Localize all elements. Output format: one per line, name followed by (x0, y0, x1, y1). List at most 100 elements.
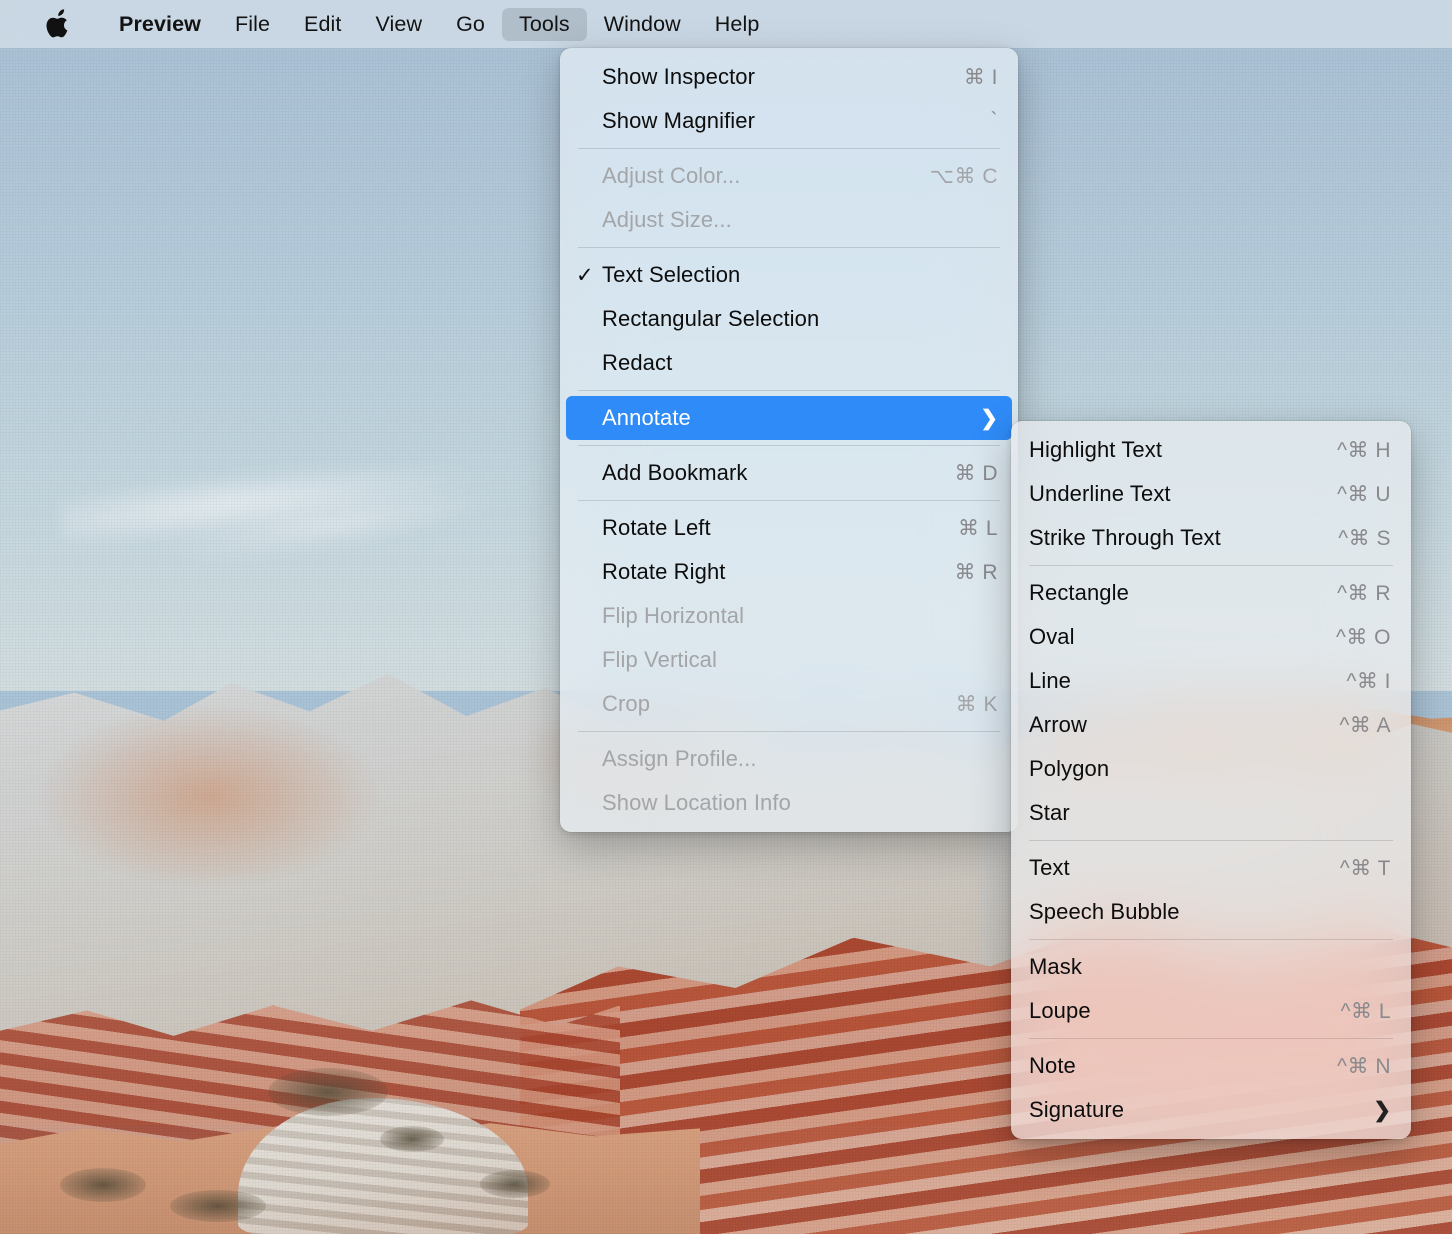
menu-item-adjust-color: Adjust Color... ⌥⌘ C (566, 154, 1012, 198)
menu-item-label: Note (1029, 1053, 1076, 1078)
menu-item-shortcut: ^⌘ L (1340, 999, 1391, 1023)
menu-separator (578, 247, 1000, 248)
menu-item-rotate-left[interactable]: Rotate Left ⌘ L (566, 506, 1012, 550)
menu-item-text[interactable]: Text ^⌘ T (1017, 846, 1405, 890)
menu-item-label: Flip Vertical (602, 647, 718, 672)
menu-separator (578, 390, 1000, 391)
menu-item-oval[interactable]: Oval ^⌘ O (1017, 615, 1405, 659)
menu-item-rectangle[interactable]: Rectangle ^⌘ R (1017, 571, 1405, 615)
menubar-item-tools[interactable]: Tools (502, 7, 587, 41)
menu-item-highlight-text[interactable]: Highlight Text ^⌘ H (1017, 428, 1405, 472)
menu-item-rotate-right[interactable]: Rotate Right ⌘ R (566, 550, 1012, 594)
menu-item-label: Arrow (1029, 712, 1087, 737)
photo-bush (480, 1170, 550, 1198)
menu-item-flip-horizontal: Flip Horizontal (566, 594, 1012, 638)
menu-item-label: Adjust Size... (602, 207, 732, 232)
menu-separator (578, 500, 1000, 501)
menu-item-speech-bubble[interactable]: Speech Bubble (1017, 890, 1405, 934)
menu-item-label: Star (1029, 800, 1070, 825)
menu-item-shortcut: ⌥⌘ C (929, 164, 998, 188)
menu-item-label: Flip Horizontal (602, 603, 745, 628)
menubar-item-edit[interactable]: Edit (287, 8, 358, 41)
screen: Preview File Edit View Go Tools Window Help Sho… (0, 0, 1452, 1234)
menu-item-adjust-size: Adjust Size... (566, 198, 1012, 242)
menu-item-label: Speech Bubble (1029, 899, 1180, 924)
menu-item-annotate[interactable]: Annotate ❯ (566, 396, 1012, 440)
menu-separator (578, 731, 1000, 732)
menu-item-label: Assign Profile... (602, 746, 757, 771)
menubar-item-window[interactable]: Window (587, 8, 698, 41)
menu-separator (578, 148, 1000, 149)
menu-item-label: Rotate Right (602, 559, 726, 584)
menu-item-shortcut: ^⌘ T (1339, 856, 1391, 880)
chevron-right-icon: ❯ (1373, 1098, 1391, 1122)
menu-item-redact[interactable]: Redact (566, 341, 1012, 385)
menubar-item-file[interactable]: File (218, 8, 287, 41)
tools-menu: Show Inspector ⌘ I Show Magnifier ` Adjust C… (560, 48, 1018, 832)
menu-item-shortcut: ^⌘ N (1337, 1054, 1391, 1078)
menu-separator (1029, 565, 1393, 566)
menu-item-label: Show Location Info (602, 790, 791, 815)
menu-item-label: Signature (1029, 1097, 1125, 1122)
menu-item-text-selection[interactable]: ✓ Text Selection (566, 253, 1012, 297)
menu-item-line[interactable]: Line ^⌘ I (1017, 659, 1405, 703)
menu-item-label: Rectangular Selection (602, 306, 820, 331)
menu-separator (1029, 1038, 1393, 1039)
menu-item-shortcut: ` (990, 109, 998, 132)
menubar-item-go[interactable]: Go (439, 8, 502, 41)
menu-item-flip-vertical: Flip Vertical (566, 638, 1012, 682)
menu-item-shortcut: ^⌘ R (1337, 581, 1391, 605)
menu-item-assign-profile: Assign Profile... (566, 737, 1012, 781)
photo-bush (268, 1068, 388, 1116)
apple-logo-icon[interactable] (36, 8, 80, 40)
menu-item-label: Mask (1029, 954, 1082, 979)
menu-item-shortcut: ^⌘ U (1337, 482, 1391, 506)
menu-item-shortcut: ⌘ I (963, 65, 998, 89)
menu-item-signature[interactable]: Signature ❯ (1017, 1088, 1405, 1132)
menu-item-arrow[interactable]: Arrow ^⌘ A (1017, 703, 1405, 747)
photo-bush (60, 1168, 146, 1202)
menu-item-show-inspector[interactable]: Show Inspector ⌘ I (566, 55, 1012, 99)
menu-item-star[interactable]: Star (1017, 791, 1405, 835)
menu-item-shortcut: ^⌘ O (1335, 625, 1391, 649)
menu-item-label: Rotate Left (602, 515, 711, 540)
menubar-item-help[interactable]: Help (698, 8, 777, 41)
menu-item-label: Text Selection (602, 262, 741, 287)
menu-item-underline-text[interactable]: Underline Text ^⌘ U (1017, 472, 1405, 516)
menu-item-add-bookmark[interactable]: Add Bookmark ⌘ D (566, 451, 1012, 495)
menu-item-shortcut: ⌘ R (954, 560, 998, 584)
photo-bush (380, 1126, 444, 1152)
photo-bush (170, 1190, 266, 1222)
menu-item-label: Add Bookmark (602, 460, 748, 485)
menubar-item-preview[interactable]: Preview (102, 8, 218, 41)
menu-item-label: Rectangle (1029, 580, 1129, 605)
menu-item-show-location-info: Show Location Info (566, 781, 1012, 825)
menu-item-label: Text (1029, 855, 1070, 880)
menu-item-label: Redact (602, 350, 673, 375)
menu-separator (578, 445, 1000, 446)
menu-item-label: Oval (1029, 624, 1075, 649)
menubar: Preview File Edit View Go Tools Window Help (0, 0, 1452, 48)
menubar-item-view[interactable]: View (358, 8, 439, 41)
menu-item-label: Polygon (1029, 756, 1110, 781)
menu-separator (1029, 840, 1393, 841)
menu-item-label: Annotate (602, 405, 691, 430)
menu-item-label: Underline Text (1029, 481, 1171, 506)
menu-item-label: Strike Through Text (1029, 525, 1221, 550)
menu-item-crop: Crop ⌘ K (566, 682, 1012, 726)
menu-item-mask[interactable]: Mask (1017, 945, 1405, 989)
menu-item-label: Loupe (1029, 998, 1091, 1023)
menu-item-show-magnifier[interactable]: Show Magnifier ` (566, 99, 1012, 143)
menu-item-shortcut: ⌘ D (954, 461, 998, 485)
chevron-right-icon: ❯ (980, 406, 998, 430)
menubar-items: Preview File Edit View Go Tools Window Help (102, 7, 777, 41)
checkmark-icon: ✓ (576, 263, 594, 287)
menu-item-strike-through-text[interactable]: Strike Through Text ^⌘ S (1017, 516, 1405, 560)
menu-item-shortcut: ^⌘ S (1338, 526, 1391, 550)
menu-item-rectangular-selection[interactable]: Rectangular Selection (566, 297, 1012, 341)
menu-item-polygon[interactable]: Polygon (1017, 747, 1405, 791)
menu-item-shortcut: ^⌘ H (1337, 438, 1391, 462)
menu-item-loupe[interactable]: Loupe ^⌘ L (1017, 989, 1405, 1033)
menu-item-shortcut: ⌘ L (957, 516, 998, 540)
menu-item-note[interactable]: Note ^⌘ N (1017, 1044, 1405, 1088)
